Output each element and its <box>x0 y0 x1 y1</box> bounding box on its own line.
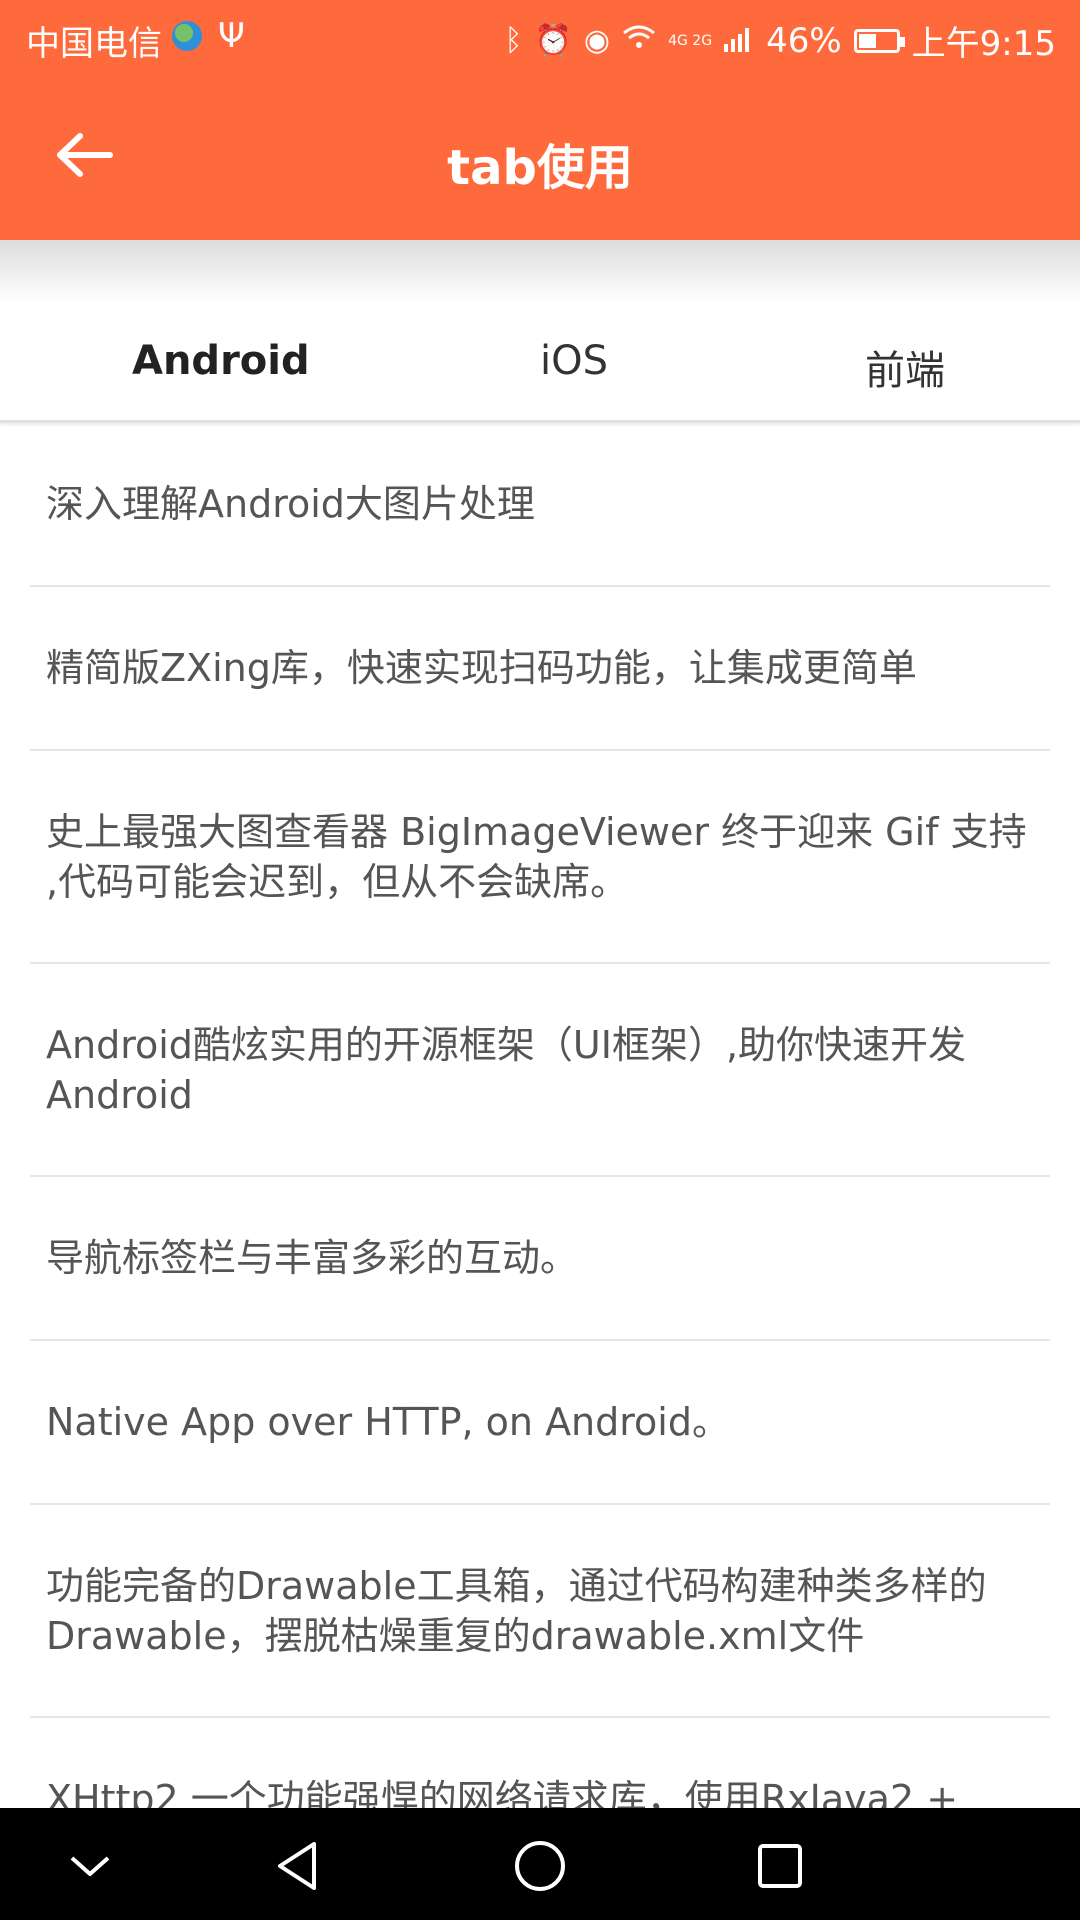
battery-percent: 46% <box>766 20 842 61</box>
list-item-text: 功能完备的Drawable工具箱，通过代码构建种类多样的Drawable，摆脱枯… <box>46 1563 987 1658</box>
list-item-text: 导航标签栏与丰富多彩的互动。 <box>46 1236 579 1280</box>
battery-icon <box>853 28 905 53</box>
list-item-text: XHttp2 一个功能强悍的网络请求库，使用RxJava2 + <box>46 1777 959 1808</box>
tab-bar: Android iOS 前端 <box>0 302 1080 423</box>
list-item[interactable]: XHttp2 一个功能强悍的网络请求库，使用RxJava2 + <box>30 1718 1050 1808</box>
list-item-text: 精简版ZXing库，快速实现扫码功能，让集成更简单 <box>46 646 917 690</box>
clock: 上午9:15 <box>911 24 1056 64</box>
navigation-bar <box>0 1808 1080 1920</box>
list-item[interactable]: 导航标签栏与丰富多彩的互动。 <box>30 1177 1050 1341</box>
page-title: tab使用 <box>447 140 633 196</box>
tab-frontend[interactable]: 前端 <box>865 338 945 396</box>
list-item-text: 深入理解Android大图片处理 <box>46 482 535 526</box>
list-item[interactable]: 功能完备的Drawable工具箱，通过代码构建种类多样的Drawable，摆脱枯… <box>30 1505 1050 1718</box>
list-item-text: Native App over HTTP, on Android。 <box>46 1400 730 1444</box>
list-item[interactable]: Android酷炫实用的开源框架（UI框架）,助你快速开发Android <box>30 964 1050 1177</box>
usb-icon: Ψ <box>218 16 245 56</box>
alarm-icon: ⏰ <box>534 23 572 58</box>
toolbar-shadow <box>0 240 1080 302</box>
recents-square-icon[interactable] <box>750 1836 810 1896</box>
tab-ios[interactable]: iOS <box>540 338 608 384</box>
carrier-name: 中国电信 <box>26 24 162 64</box>
app-bar: 中国电信 Ψ ᛒ ⏰ ◉ 4G 2G 46% 上午9:15 tab使用 <box>0 0 1080 240</box>
article-list: 深入理解Android大图片处理 精简版ZXing库，快速实现扫码功能，让集成更… <box>0 423 1080 1808</box>
bluetooth-icon: ᛒ <box>504 23 523 58</box>
list-item-text: 史上最强大图查看器 BigImageViewer 终于迎来 Gif 支持 ,代码… <box>46 809 1027 904</box>
list-item[interactable]: 精简版ZXing库，快速实现扫码功能，让集成更简单 <box>30 587 1050 751</box>
list-item[interactable]: 深入理解Android大图片处理 <box>30 423 1050 587</box>
globe-icon <box>172 21 202 51</box>
wifi-icon <box>622 23 656 58</box>
signal-icon <box>724 21 754 61</box>
home-circle-icon[interactable] <box>510 1836 570 1896</box>
back-triangle-icon[interactable] <box>270 1836 330 1896</box>
eye-icon: ◉ <box>583 23 611 58</box>
network-type: 4G 2G <box>668 32 713 49</box>
list-item[interactable]: Native App over HTTP, on Android。 <box>30 1341 1050 1505</box>
tab-android[interactable]: Android <box>132 338 310 384</box>
list-item-text: Android酷炫实用的开源框架（UI框架）,助你快速开发Android <box>46 1022 967 1117</box>
list-item[interactable]: 史上最强大图查看器 BigImageViewer 终于迎来 Gif 支持 ,代码… <box>30 751 1050 964</box>
chevron-down-icon[interactable] <box>60 1836 120 1896</box>
status-bar: 中国电信 Ψ ᛒ ⏰ ◉ 4G 2G 46% 上午9:15 <box>0 0 1080 76</box>
